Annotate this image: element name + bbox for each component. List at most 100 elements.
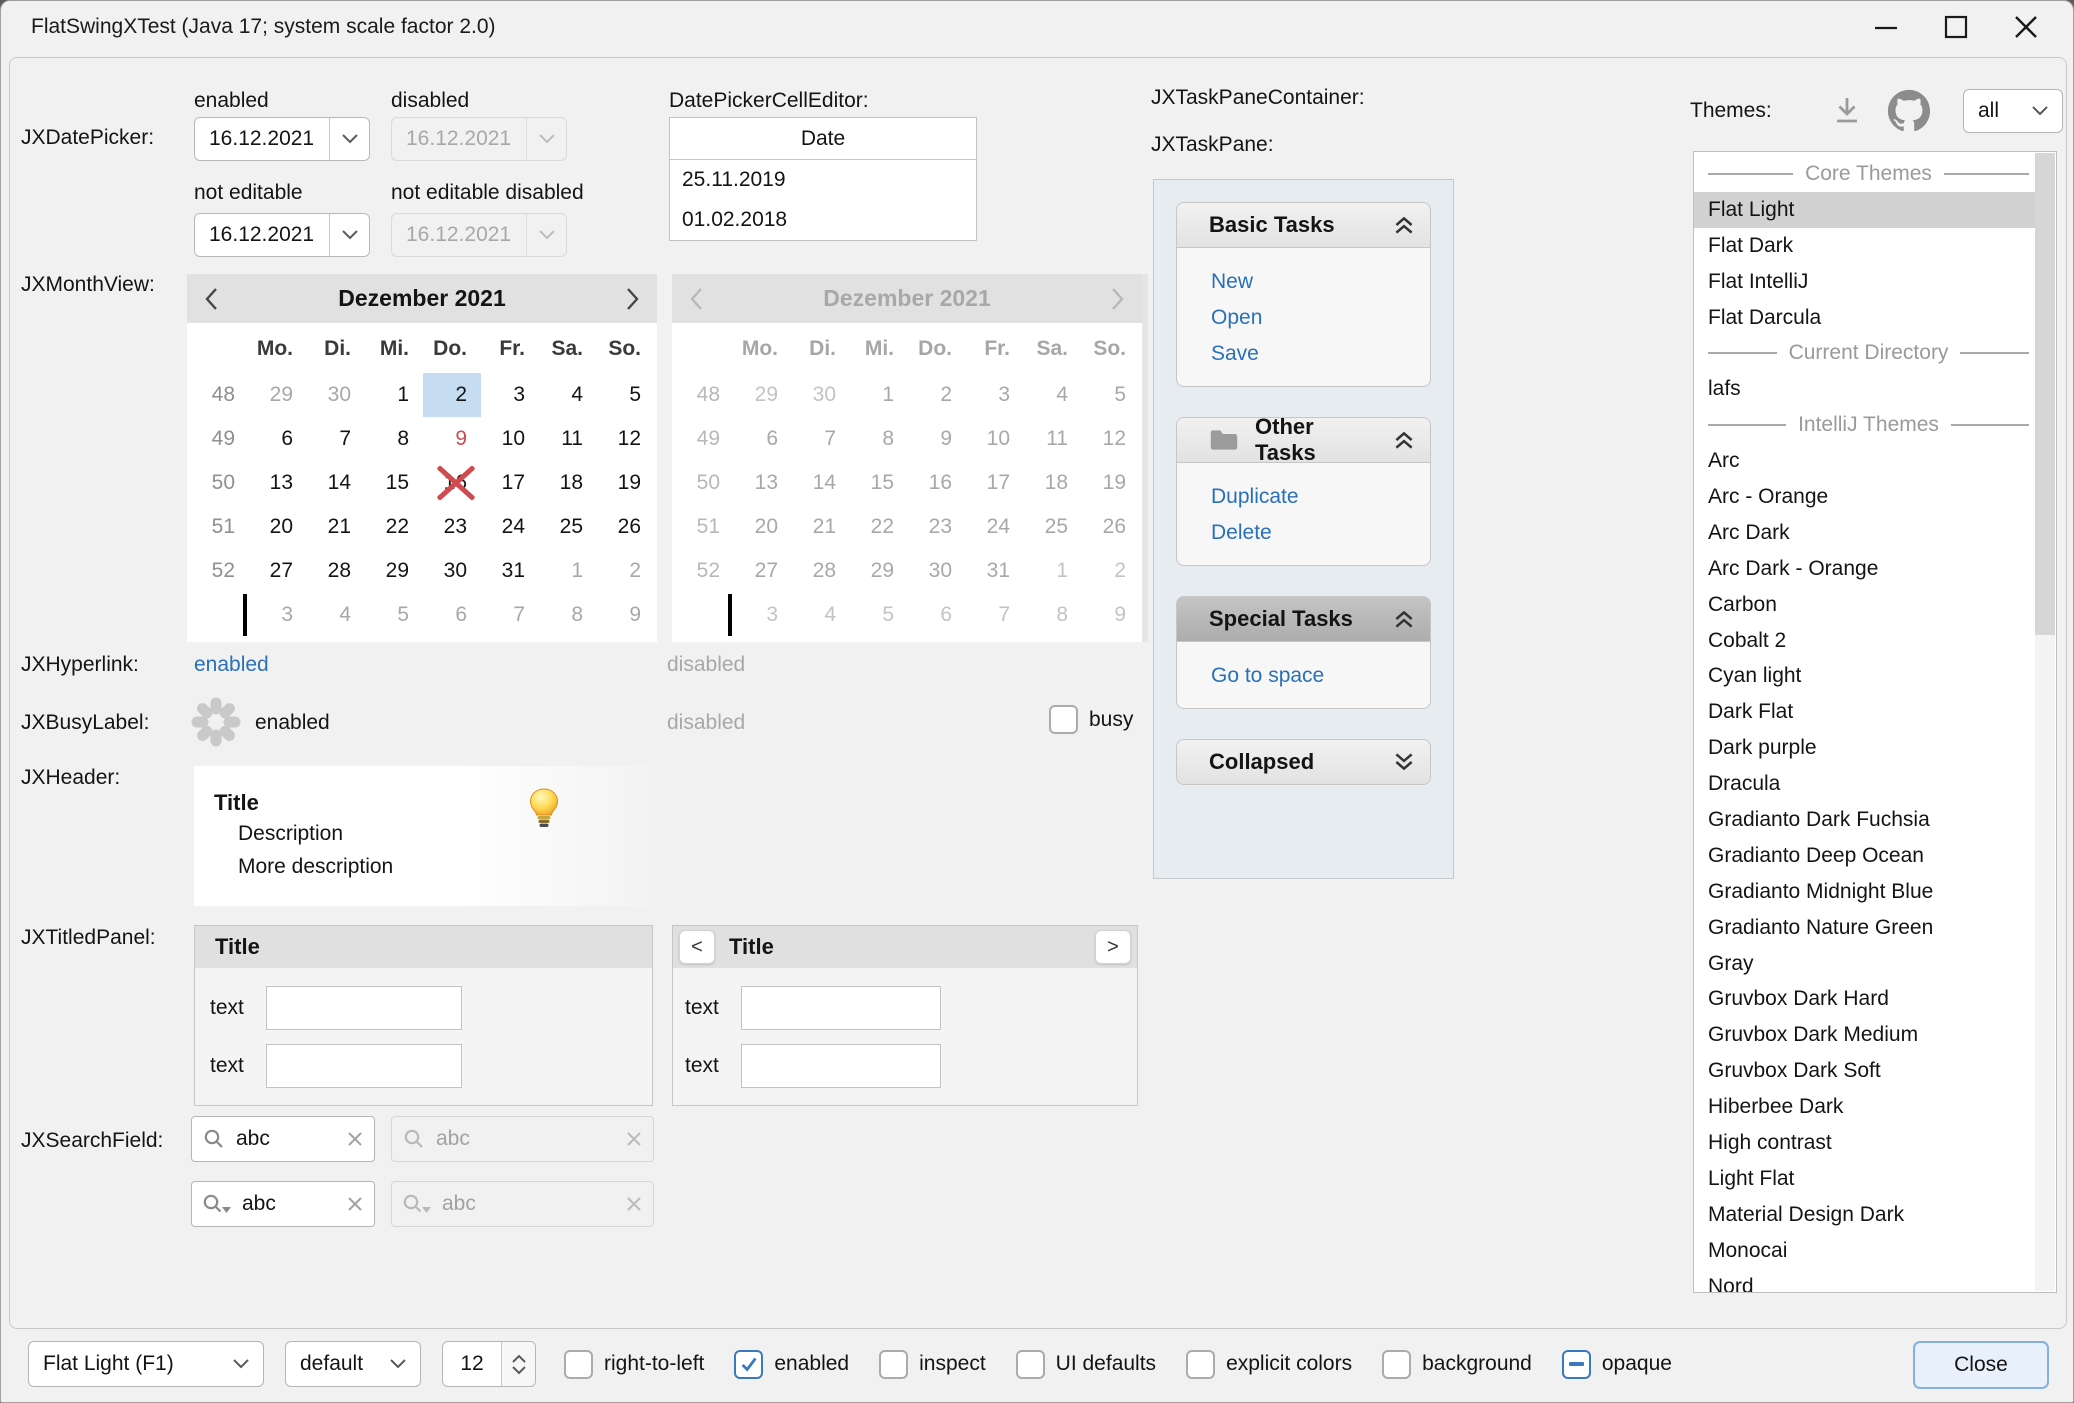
prev-month-button[interactable] [203, 286, 219, 312]
calendar-day[interactable]: 15 [365, 461, 423, 505]
search-value[interactable]: abc [236, 1127, 270, 1151]
theme-item-arc-dark[interactable]: Arc Dark [1694, 515, 2035, 551]
calendar-day[interactable]: 7 [307, 417, 365, 461]
font-size-stepper[interactable]: 12 [442, 1341, 536, 1387]
datepicker-not-editable[interactable]: 16.12.2021 [194, 213, 370, 257]
monthview-enabled[interactable]: Dezember 2021 Mo.Di.Mi.Do.Fr.Sa.So.48293… [187, 274, 657, 642]
theme-item-cobalt-2[interactable]: Cobalt 2 [1694, 623, 2035, 659]
calendar-day[interactable]: 16 [423, 461, 481, 505]
checkbox-box[interactable] [734, 1350, 763, 1379]
checkbox-inspect[interactable]: inspect [879, 1350, 986, 1379]
calendar-day[interactable]: 29 [249, 373, 307, 417]
minimize-button[interactable] [1851, 1, 1921, 53]
theme-item-arc[interactable]: Arc [1694, 443, 2035, 479]
date-table-row[interactable]: 01.02.2018 [670, 200, 976, 240]
task-link-duplicate[interactable]: Duplicate [1211, 479, 1430, 515]
calendar-day[interactable]: 26 [597, 505, 655, 549]
calendar-day[interactable]: 18 [539, 461, 597, 505]
checkbox-enabled[interactable]: enabled [734, 1350, 849, 1379]
taskpane-header[interactable]: Collapsed [1176, 739, 1431, 785]
calendar-day[interactable]: 24 [481, 505, 539, 549]
maximize-button[interactable] [1921, 1, 1991, 53]
theme-item-dark-purple[interactable]: Dark purple [1694, 730, 2035, 766]
text-input[interactable] [741, 1044, 941, 1088]
theme-item-nord[interactable]: Nord [1694, 1269, 2035, 1293]
calendar-day[interactable]: 29 [365, 549, 423, 593]
task-link-delete[interactable]: Delete [1211, 515, 1430, 551]
calendar-day[interactable]: 9 [597, 593, 655, 637]
calendar-day[interactable]: 8 [365, 417, 423, 461]
calendar-day[interactable]: 28 [307, 549, 365, 593]
theme-item-dark-flat[interactable]: Dark Flat [1694, 694, 2035, 730]
date-table-row[interactable]: 25.11.2019 [670, 160, 976, 200]
calendar-day[interactable]: 31 [481, 549, 539, 593]
theme-item-arc-orange[interactable]: Arc - Orange [1694, 479, 2035, 515]
checkbox-box[interactable] [1049, 705, 1078, 734]
theme-item-cyan-light[interactable]: Cyan light [1694, 658, 2035, 694]
calendar-day[interactable]: 21 [307, 505, 365, 549]
task-link-new[interactable]: New [1211, 264, 1430, 300]
theme-item-gruvbox-dark-medium[interactable]: Gruvbox Dark Medium [1694, 1017, 2035, 1053]
calendar-day[interactable]: 4 [307, 593, 365, 637]
theme-item-high-contrast[interactable]: High contrast [1694, 1125, 2035, 1161]
close-window-button[interactable] [1991, 1, 2061, 53]
calendar-day[interactable]: 8 [539, 593, 597, 637]
datepicker-value[interactable]: 16.12.2021 [195, 118, 329, 160]
panel-prev-button[interactable]: < [679, 930, 715, 964]
checkbox-box[interactable] [1562, 1350, 1591, 1379]
calendar-day[interactable]: 25 [539, 505, 597, 549]
chevron-down-icon[interactable] [329, 214, 369, 256]
next-month-button[interactable] [625, 286, 641, 312]
theme-list[interactable]: Core ThemesFlat LightFlat DarkFlat Intel… [1693, 151, 2057, 1293]
calendar-day[interactable]: 3 [249, 593, 307, 637]
task-link-open[interactable]: Open [1211, 300, 1430, 336]
checkbox-box[interactable] [1382, 1350, 1411, 1379]
theme-item-flat-darcula[interactable]: Flat Darcula [1694, 300, 2035, 336]
theme-item-hiberbee-dark[interactable]: Hiberbee Dark [1694, 1089, 2035, 1125]
calendar-day[interactable]: 30 [307, 373, 365, 417]
theme-item-light-flat[interactable]: Light Flat [1694, 1161, 2035, 1197]
text-input[interactable] [266, 1044, 462, 1088]
theme-item-gradianto-nature-green[interactable]: Gradianto Nature Green [1694, 910, 2035, 946]
calendar-day[interactable]: 14 [307, 461, 365, 505]
calendar-day[interactable]: 30 [423, 549, 481, 593]
calendar-day[interactable]: 27 [249, 549, 307, 593]
search-value[interactable]: abc [242, 1192, 276, 1216]
calendar-day[interactable]: 5 [365, 593, 423, 637]
calendar-day[interactable]: 11 [539, 417, 597, 461]
scrollbar-track[interactable] [2035, 153, 2055, 1291]
theme-item-monocai[interactable]: Monocai [1694, 1233, 2035, 1269]
theme-item-gradianto-deep-ocean[interactable]: Gradianto Deep Ocean [1694, 838, 2035, 874]
taskpane-header[interactable]: Special Tasks [1176, 596, 1431, 642]
checkbox-opaque[interactable]: opaque [1562, 1350, 1672, 1379]
calendar-day[interactable]: 2 [423, 373, 481, 417]
task-link-go-to-space[interactable]: Go to space [1211, 658, 1430, 694]
taskpane-header[interactable]: Other Tasks [1176, 417, 1431, 463]
calendar-day[interactable]: 5 [597, 373, 655, 417]
search-with-options-icon[interactable] [202, 1192, 232, 1216]
laf-select[interactable]: Flat Light (F1) [28, 1341, 264, 1387]
stepper-buttons[interactable] [501, 1342, 535, 1386]
checkbox-busy[interactable]: busy [1049, 705, 1133, 734]
calendar-day[interactable]: 2 [597, 549, 655, 593]
checkbox-ui-defaults[interactable]: UI defaults [1016, 1350, 1156, 1379]
theme-item-material-design-dark[interactable]: Material Design Dark [1694, 1197, 2035, 1233]
text-input[interactable] [741, 986, 941, 1030]
theme-item-gruvbox-dark-soft[interactable]: Gruvbox Dark Soft [1694, 1053, 2035, 1089]
checkbox-background[interactable]: background [1382, 1350, 1532, 1379]
github-icon[interactable] [1887, 89, 1931, 133]
calendar-day[interactable]: 23 [423, 505, 481, 549]
theme-item-flat-light[interactable]: Flat Light [1694, 192, 2035, 228]
panel-next-button[interactable]: > [1095, 930, 1131, 964]
checkbox-box[interactable] [879, 1350, 908, 1379]
searchfield-enabled[interactable]: abc [191, 1116, 375, 1162]
calendar-day[interactable]: 7 [481, 593, 539, 637]
clear-icon[interactable] [346, 1130, 364, 1148]
task-link-save[interactable]: Save [1211, 336, 1430, 372]
calendar-day[interactable]: 4 [539, 373, 597, 417]
calendar-day[interactable]: 20 [249, 505, 307, 549]
theme-item-arc-dark-orange[interactable]: Arc Dark - Orange [1694, 551, 2035, 587]
checkbox-box[interactable] [1016, 1350, 1045, 1379]
calendar-day[interactable]: 22 [365, 505, 423, 549]
close-button[interactable]: Close [1913, 1341, 2049, 1389]
